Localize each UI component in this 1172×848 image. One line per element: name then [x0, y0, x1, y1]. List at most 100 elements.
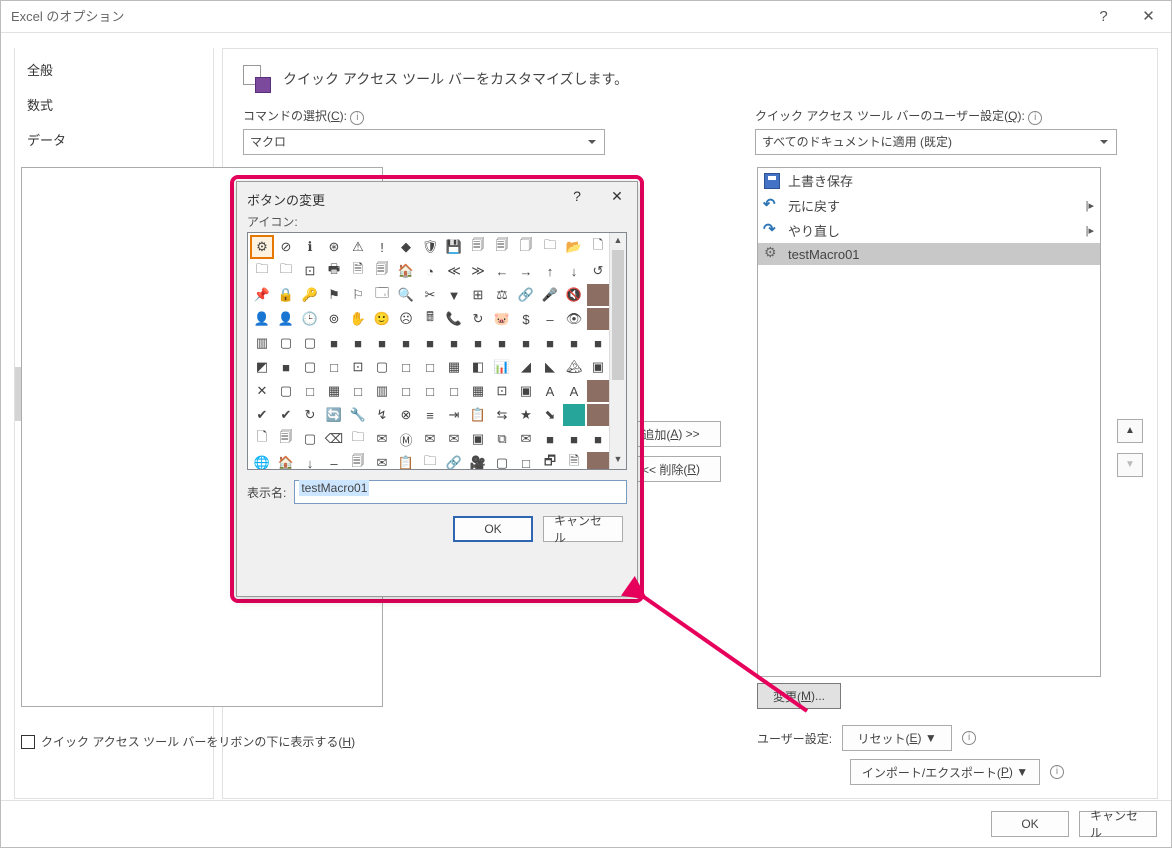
palette-icon[interactable]: ↑	[539, 260, 561, 282]
palette-icon[interactable]: ⊘	[275, 236, 297, 258]
palette-icon[interactable]: ▢	[371, 356, 393, 378]
palette-icon[interactable]: ▢	[275, 380, 297, 402]
palette-icon[interactable]: 📊	[491, 356, 513, 378]
palette-icon[interactable]: 🔧	[347, 404, 369, 426]
palette-icon[interactable]: ▦	[443, 356, 465, 378]
palette-icon[interactable]: ■	[563, 428, 585, 450]
palette-icon[interactable]: 🔗	[515, 284, 537, 306]
palette-icon[interactable]: ⊡	[299, 260, 321, 282]
info-icon[interactable]: i	[1028, 111, 1042, 125]
palette-icon[interactable]: □	[299, 380, 321, 402]
palette-icon[interactable]: ◧	[467, 356, 489, 378]
palette-icon[interactable]: ■	[515, 332, 537, 354]
palette-icon[interactable]: □	[395, 380, 417, 402]
ok-button[interactable]: OK	[991, 811, 1069, 837]
palette-icon[interactable]: ⧉	[491, 428, 513, 450]
palette-icon[interactable]: 🗔	[371, 284, 393, 306]
palette-icon[interactable]: →	[515, 260, 537, 282]
palette-icon[interactable]: 🕒	[299, 308, 321, 330]
palette-icon[interactable]: 🔄	[323, 404, 345, 426]
palette-icon[interactable]: 🗐	[491, 236, 513, 258]
palette-icon[interactable]: ✉	[443, 428, 465, 450]
sidebar-item[interactable]: データ	[15, 122, 213, 157]
qat-item[interactable]: testMacro01	[758, 243, 1100, 265]
palette-icon[interactable]: ▢	[299, 428, 321, 450]
palette-icon[interactable]: 🔇	[563, 284, 585, 306]
palette-icon[interactable]: □	[419, 356, 441, 378]
palette-icon[interactable]: 🗐	[467, 236, 489, 258]
palette-icon[interactable]: ■	[587, 428, 609, 450]
palette-icon[interactable]: ←	[491, 260, 513, 282]
palette-icon[interactable]: ■	[587, 332, 609, 354]
palette-icon[interactable]: ◔	[419, 260, 441, 282]
palette-icon[interactable]: □	[323, 356, 345, 378]
palette-icon[interactable]: ℹ	[299, 236, 321, 258]
palette-icon[interactable]: ⌫	[323, 428, 345, 450]
palette-icon[interactable]: 🔗	[443, 452, 465, 470]
palette-icon[interactable]: ▥	[371, 380, 393, 402]
palette-icon[interactable]: ↻	[467, 308, 489, 330]
palette-icon[interactable]: ✔	[275, 404, 297, 426]
sidebar-item[interactable]: 全般	[15, 52, 213, 87]
import-export-button[interactable]: インポート/エクスポート(P) ▼	[850, 759, 1040, 785]
qat-item[interactable]: 上書き保存	[758, 168, 1100, 193]
palette-icon[interactable]: 🛡	[419, 236, 441, 258]
palette-icon[interactable]: 📂	[563, 236, 585, 258]
palette-icon[interactable]: 📋	[395, 452, 417, 470]
palette-icon[interactable]	[587, 284, 609, 306]
sidebar-item[interactable]: 数式	[15, 87, 213, 122]
close-icon[interactable]: ✕	[1126, 1, 1171, 33]
palette-icon[interactable]: ✉	[515, 428, 537, 450]
help-icon[interactable]: ?	[1081, 1, 1126, 33]
palette-icon[interactable]: ↯	[371, 404, 393, 426]
palette-icon[interactable]: ≫	[467, 260, 489, 282]
palette-icon[interactable]: 🗋	[251, 428, 273, 450]
palette-icon[interactable]: 🏠	[395, 260, 417, 282]
palette-icon[interactable]: ◢	[515, 356, 537, 378]
palette-icon[interactable]	[587, 308, 609, 330]
palette-icon[interactable]: ‒	[539, 308, 561, 330]
palette-icon[interactable]: ★	[515, 404, 537, 426]
palette-icon[interactable]: ◩	[251, 356, 273, 378]
palette-icon[interactable]: ▢	[491, 452, 513, 470]
palette-icon[interactable]: ▢	[299, 332, 321, 354]
move-up-button[interactable]: ▲	[1117, 419, 1143, 443]
palette-icon[interactable]: ⬊	[539, 404, 561, 426]
palette-icon[interactable]: ⊛	[323, 236, 345, 258]
palette-icon[interactable]: ✉	[371, 452, 393, 470]
move-down-button[interactable]: ▼	[1117, 453, 1143, 477]
palette-icon[interactable]: ▢	[275, 332, 297, 354]
palette-icon[interactable]: 🗀	[347, 428, 369, 450]
modify-button[interactable]: 変更(M)...	[757, 683, 841, 709]
palette-icon[interactable]: ■	[275, 356, 297, 378]
palette-icon[interactable]: 🗎	[347, 260, 369, 282]
palette-icon[interactable]: ▣	[515, 380, 537, 402]
palette-icon[interactable]: 🗀	[251, 260, 273, 282]
dialog-help-icon[interactable]: ?	[557, 182, 597, 210]
scroll-down-icon[interactable]: ▼	[610, 452, 626, 469]
palette-icon[interactable]: A	[563, 380, 585, 402]
qat-scope-dropdown[interactable]: すべてのドキュメントに適用 (既定)	[755, 129, 1117, 155]
icon-scrollbar[interactable]: ▲ ▼	[609, 233, 626, 469]
palette-icon[interactable]: Ⓜ	[395, 428, 417, 450]
palette-icon[interactable]: ■	[539, 332, 561, 354]
qat-item[interactable]: 元に戻す|▸	[758, 193, 1100, 218]
choose-commands-dropdown[interactable]: マクロ	[243, 129, 605, 155]
palette-icon[interactable]: 🗐	[347, 452, 369, 470]
palette-icon[interactable]: !	[371, 236, 393, 258]
palette-icon[interactable]: 🗗	[539, 452, 561, 470]
palette-icon[interactable]: ▣	[587, 356, 609, 378]
palette-icon[interactable]: 📞	[443, 308, 465, 330]
palette-icon[interactable]: ⇥	[443, 404, 465, 426]
dialog-close-icon[interactable]: ✕	[597, 182, 637, 210]
palette-icon[interactable]: 👤	[275, 308, 297, 330]
palette-icon[interactable]	[563, 404, 585, 426]
cancel-button[interactable]: キャンセル	[1079, 811, 1157, 837]
palette-icon[interactable]: 🐷	[491, 308, 513, 330]
palette-icon[interactable]: 🗐	[371, 260, 393, 282]
palette-icon[interactable]: ▥	[251, 332, 273, 354]
palette-icon[interactable]: ✔	[251, 404, 273, 426]
palette-icon[interactable]: ■	[539, 428, 561, 450]
info-icon[interactable]: i	[962, 731, 976, 745]
scroll-thumb[interactable]	[612, 250, 624, 380]
